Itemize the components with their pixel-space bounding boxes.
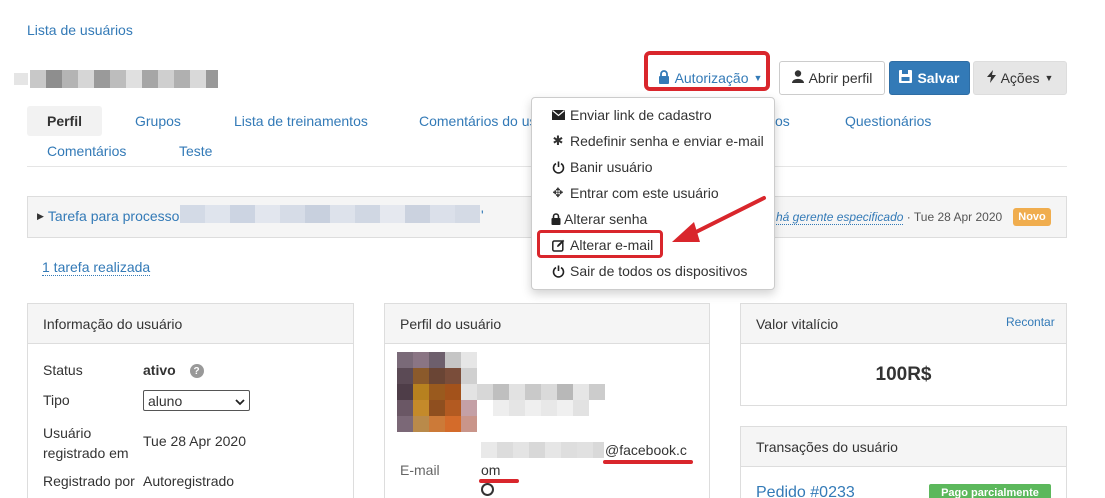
recount-link[interactable]: Recontar xyxy=(1006,315,1055,329)
type-select-value: aluno xyxy=(148,392,183,409)
status-badge-paid-partial: Pago parcialmente xyxy=(929,484,1051,498)
annotation-arrow-icon xyxy=(672,196,766,242)
annotation-underline-email xyxy=(603,460,693,464)
menu-item-label: Enviar link de cadastro xyxy=(570,107,712,123)
save-label: Salvar xyxy=(917,70,960,86)
registered-at-label: Usuário registrado em xyxy=(43,423,129,463)
menu-item-logout-all-devices[interactable]: Sair de todos os dispositivos xyxy=(551,263,747,279)
type-select[interactable]: aluno xyxy=(143,390,250,411)
open-profile-button[interactable]: Abrir perfil xyxy=(779,61,885,95)
actions-button[interactable]: Ações ▼ xyxy=(973,61,1067,95)
redacted-fragment xyxy=(14,73,28,85)
annotation-highlight-authorization xyxy=(644,51,770,91)
breadcrumb[interactable]: Lista de usuários xyxy=(27,22,133,38)
redacted-process-name xyxy=(180,205,480,223)
redacted-profile-name-2 xyxy=(493,400,589,416)
registered-by-label: Registrado por xyxy=(43,473,135,489)
caret-right-icon: ▶ xyxy=(37,210,44,221)
annotation-highlight-change-email xyxy=(537,230,663,258)
tab-comentarios-do-usuario[interactable]: Comentários do us xyxy=(419,113,537,129)
redacted-user-name xyxy=(30,70,218,88)
power-icon xyxy=(551,161,565,174)
menu-item-change-password[interactable]: Alterar senha xyxy=(551,211,647,227)
type-label: Tipo xyxy=(43,392,70,408)
manager-link[interactable]: há gerente especificado xyxy=(776,210,904,225)
lifetime-value: 100R$ xyxy=(875,364,932,385)
redacted-email-user xyxy=(481,442,604,458)
meta-separator: · xyxy=(903,210,914,224)
lock-icon xyxy=(551,213,561,225)
task-title-text: Tarefa para processo ' xyxy=(47,208,187,224)
user-icon xyxy=(791,70,804,86)
tab-partial-hidden[interactable]: os xyxy=(775,113,790,129)
redacted-profile-name xyxy=(477,384,605,400)
task-meta: há gerente especificado · Tue 28 Apr 202… xyxy=(776,210,1003,225)
move-icon: ✥ xyxy=(552,185,564,200)
task-quote-end: ' xyxy=(481,207,484,223)
floppy-icon xyxy=(899,70,913,86)
email-domain-end: om xyxy=(481,462,501,478)
status-label: Status xyxy=(43,362,83,378)
save-button[interactable]: Salvar xyxy=(889,61,970,95)
menu-item-ban-user[interactable]: Banir usuário xyxy=(551,159,653,175)
task-title[interactable]: ▶ Tarefa para processo ' xyxy=(37,208,186,224)
email-label: E-mail xyxy=(400,462,440,478)
status-value: ativo ? xyxy=(143,362,204,379)
menu-item-label: Alterar senha xyxy=(564,211,648,227)
asterisk-icon: ✱ xyxy=(552,133,564,148)
menu-item-label: Sair de todos os dispositivos xyxy=(570,263,748,279)
caret-down-icon: ▼ xyxy=(1044,73,1054,83)
open-profile-label: Abrir perfil xyxy=(808,70,873,86)
tasks-done-link[interactable]: 1 tarefa realizada xyxy=(42,259,151,276)
chevron-down-icon xyxy=(235,393,245,409)
transactions-header: Transações do usuário xyxy=(741,427,1066,467)
bolt-icon xyxy=(986,70,996,86)
radio-icon[interactable] xyxy=(481,483,494,496)
status-badge-new: Novo xyxy=(1013,208,1051,226)
envelope-icon xyxy=(551,110,565,120)
registered-by-value: Autoregistrado xyxy=(143,473,235,489)
registered-at-label-line2: registrado em xyxy=(43,445,129,461)
tab-grupos[interactable]: Grupos xyxy=(135,113,181,129)
menu-item-label: Banir usuário xyxy=(570,159,653,175)
help-icon[interactable]: ? xyxy=(189,364,204,379)
email-domain: @facebook.c xyxy=(605,442,687,458)
tab-comentarios[interactable]: Comentários xyxy=(47,143,126,159)
power-icon xyxy=(551,265,565,278)
tab-lista-de-treinamentos[interactable]: Lista de treinamentos xyxy=(234,113,368,129)
tab-perfil[interactable]: Perfil xyxy=(27,106,102,136)
tab-questionarios[interactable]: Questionários xyxy=(845,113,931,129)
menu-item-send-signup-link[interactable]: Enviar link de cadastro xyxy=(551,107,712,123)
user-info-header: Informação do usuário xyxy=(28,304,353,344)
order-link[interactable]: Pedido #0233 xyxy=(756,484,855,498)
registered-at-value: Tue 28 Apr 2020 xyxy=(143,433,247,449)
tab-teste[interactable]: Teste xyxy=(179,143,212,159)
task-date: Tue 28 Apr 2020 xyxy=(913,210,1003,224)
menu-item-label: Redefinir senha e enviar e-mail xyxy=(570,133,764,149)
registered-at-label-line1: Usuário xyxy=(43,425,92,441)
menu-item-reset-password[interactable]: ✱ Redefinir senha e enviar e-mail xyxy=(551,133,764,149)
user-profile-header: Perfil do usuário xyxy=(385,304,709,344)
actions-label: Ações xyxy=(1000,70,1040,86)
status-value-text: ativo xyxy=(143,362,176,378)
avatar xyxy=(397,352,477,432)
